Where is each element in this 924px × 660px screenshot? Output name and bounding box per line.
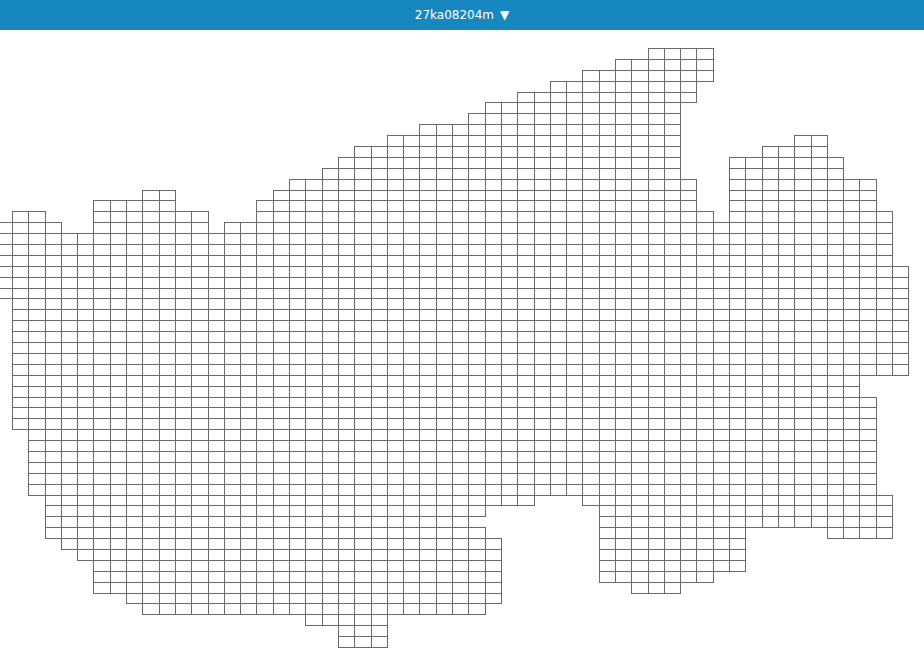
grid-cell[interactable] xyxy=(485,495,502,507)
map-page: 27ka08204m ▼ xyxy=(0,0,924,660)
grid-cell[interactable] xyxy=(12,418,29,430)
header-bar[interactable]: 27ka08204m ▼ xyxy=(0,0,924,30)
sheet-title[interactable]: 27ka08204m xyxy=(415,8,494,22)
grid-cell[interactable] xyxy=(843,527,860,539)
grid-cell[interactable] xyxy=(45,527,62,539)
grid-cell[interactable] xyxy=(892,364,909,376)
grid-cell[interactable] xyxy=(794,516,811,528)
grid-cell[interactable] xyxy=(468,505,485,517)
grid-cell[interactable] xyxy=(876,364,893,376)
grid-cell[interactable] xyxy=(859,364,876,376)
grid-cell[interactable] xyxy=(550,484,567,496)
dropdown-icon[interactable]: ▼ xyxy=(500,8,509,22)
grid-cell[interactable] xyxy=(859,527,876,539)
grid-cell[interactable] xyxy=(713,560,730,572)
grid-cell[interactable] xyxy=(778,516,795,528)
grid-cell[interactable] xyxy=(696,70,713,82)
grid-cell[interactable] xyxy=(615,571,632,583)
grid-cell[interactable] xyxy=(77,549,94,561)
grid-cell[interactable] xyxy=(827,527,844,539)
grid-cell[interactable] xyxy=(566,484,583,496)
grid-cell[interactable] xyxy=(762,516,779,528)
grid-cell[interactable] xyxy=(582,495,599,507)
grid-cell[interactable] xyxy=(61,538,78,550)
grid-cell[interactable] xyxy=(745,516,762,528)
map-area xyxy=(0,30,924,660)
grid-cell[interactable] xyxy=(729,560,746,572)
grid-cell[interactable] xyxy=(534,484,551,496)
grid-cell[interactable] xyxy=(599,571,616,583)
grid-cell[interactable] xyxy=(517,495,534,507)
grid-cell[interactable] xyxy=(28,484,45,496)
grid-cell[interactable] xyxy=(876,527,893,539)
grid-cell[interactable] xyxy=(811,516,828,528)
grid-cell[interactable] xyxy=(680,92,697,104)
tile-grid xyxy=(0,48,924,647)
grid-cell[interactable] xyxy=(501,495,518,507)
